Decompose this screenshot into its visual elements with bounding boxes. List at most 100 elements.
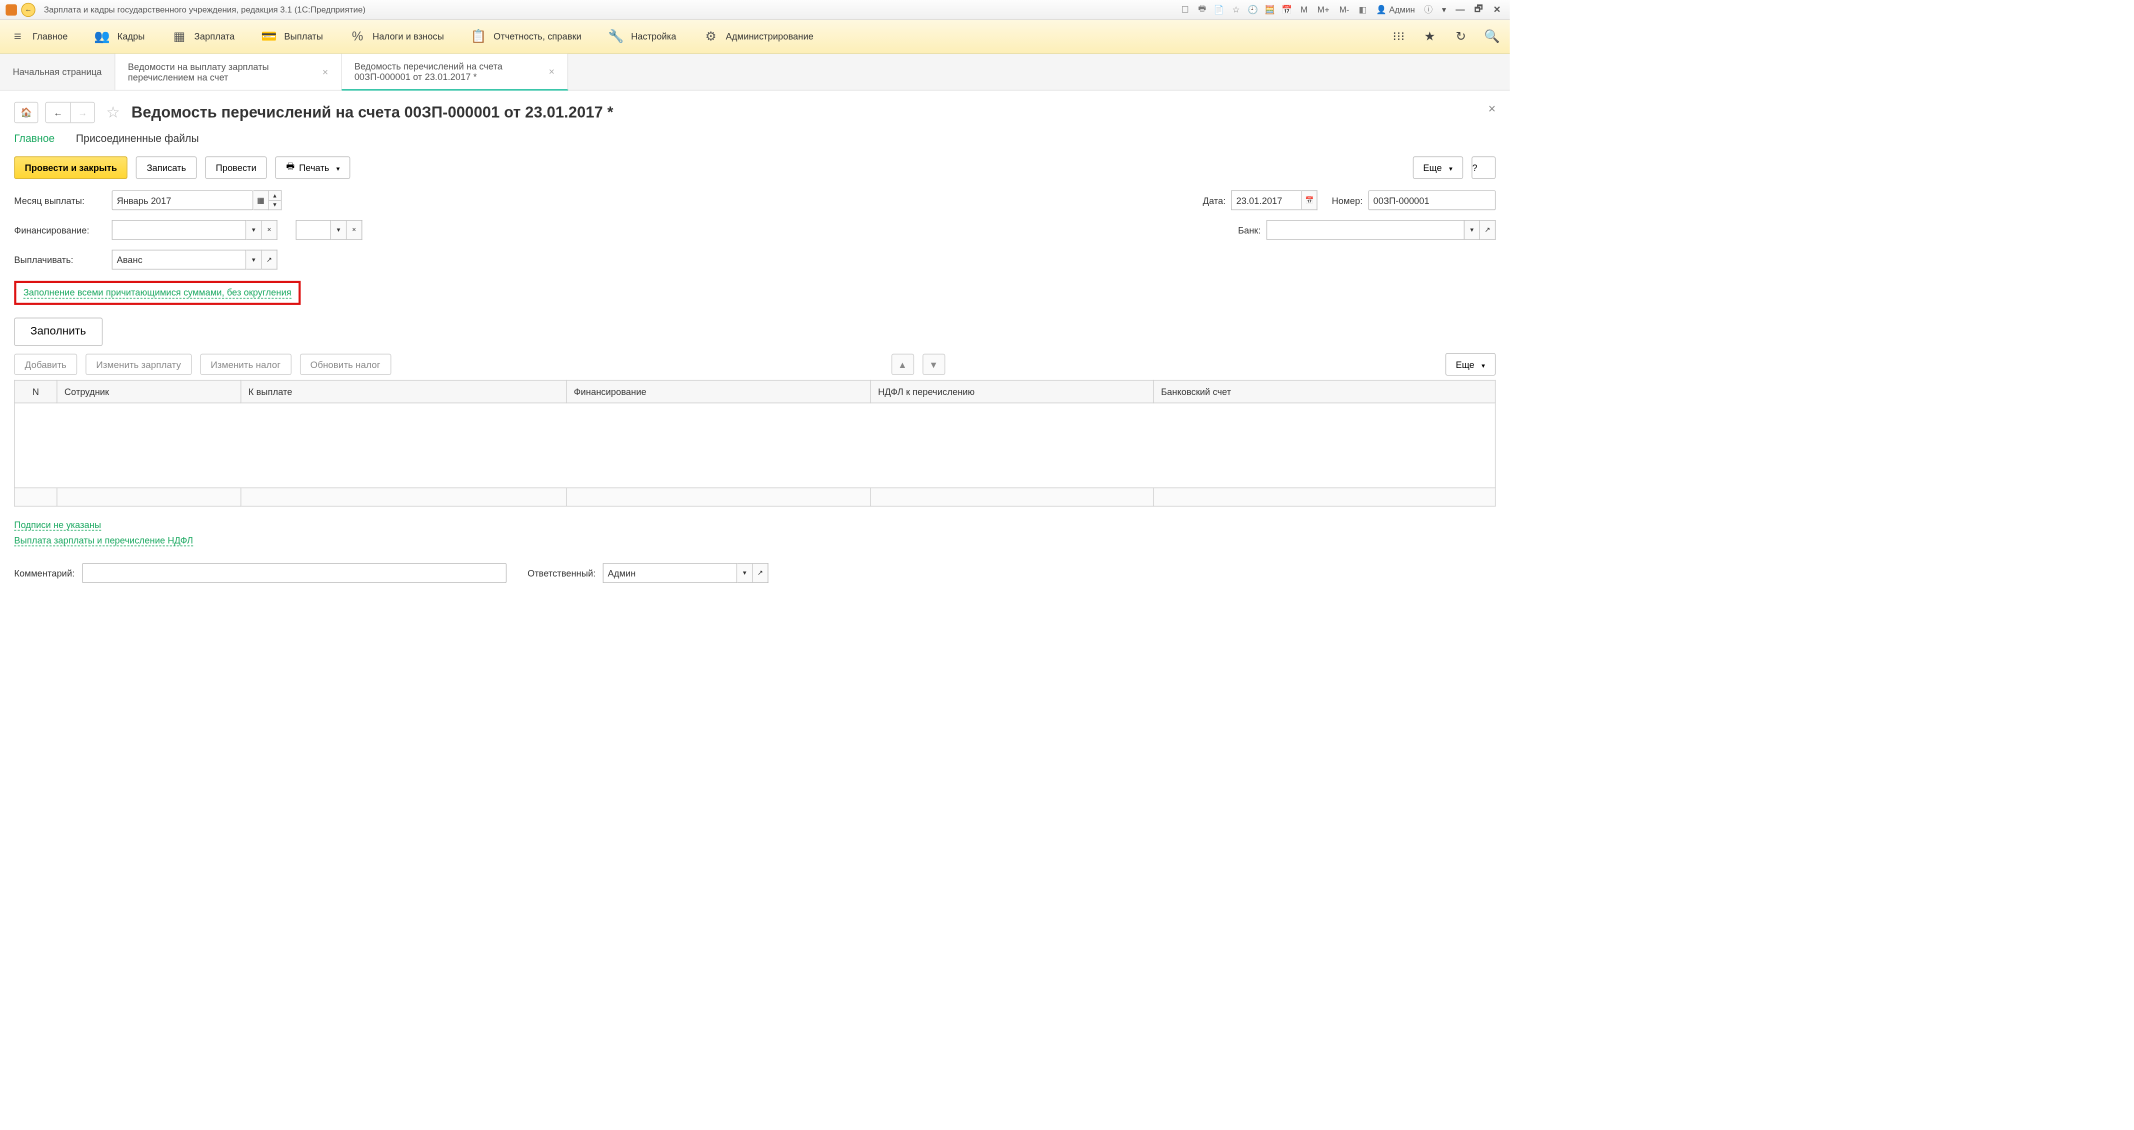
move-up-button[interactable]: ▲ (891, 354, 914, 375)
responsible-label: Ответственный: (527, 568, 595, 579)
comment-input[interactable] (82, 563, 507, 583)
dropdown-icon[interactable]: ▾ (1439, 5, 1449, 15)
save-button[interactable]: Записать (136, 156, 197, 179)
back-button[interactable]: ← (21, 2, 35, 16)
hamburger-icon: ≡ (10, 29, 26, 45)
financing2-clear-icon[interactable]: × (347, 220, 363, 240)
sub-tabs: Главное Присоединенные файлы (14, 133, 1496, 145)
menu-admin[interactable]: ⚙Администрирование (703, 29, 813, 45)
menu-hamburger[interactable]: ≡Главное (10, 29, 68, 45)
actions-row: Провести и закрыть Записать Провести 🖶Пе… (14, 156, 1496, 179)
star-icon[interactable]: ☆ (1230, 3, 1243, 16)
pay-type-open-icon[interactable]: ↗ (262, 250, 278, 270)
financing-input[interactable] (112, 220, 246, 240)
favorite-icon[interactable]: ★ (1422, 29, 1438, 45)
tab-start-page[interactable]: Начальная страница (0, 54, 115, 90)
tab-vedomosti-list[interactable]: Ведомости на выплату зарплаты перечислен… (115, 54, 341, 90)
post-button[interactable]: Провести (205, 156, 267, 179)
bank-input[interactable] (1266, 220, 1464, 240)
col-to-pay[interactable]: К выплате (241, 380, 566, 403)
print-icon[interactable]: 🖶 (1196, 3, 1209, 16)
financing2-input[interactable] (296, 220, 331, 240)
bank-open-icon[interactable]: ↗ (1480, 220, 1496, 240)
col-ndfl[interactable]: НДФЛ к перечислению (871, 380, 1154, 403)
menu-nalogi[interactable]: %Налоги и взносы (350, 29, 444, 45)
more-button[interactable]: Еще (1413, 156, 1464, 179)
search-icon[interactable]: 🔍 (1484, 29, 1500, 45)
transfer-link[interactable]: Выплата зарплаты и перечисление НДФЛ (14, 535, 193, 546)
pay-type-input[interactable]: Аванс (112, 250, 246, 270)
tab-close-icon[interactable]: × (549, 66, 555, 77)
calendar-icon[interactable]: 📅 (1281, 3, 1294, 16)
m-minus-button[interactable]: M- (1337, 5, 1353, 15)
footer-links: Подписи не указаны Выплата зарплаты и пе… (14, 519, 1496, 550)
table-more-button[interactable]: Еще (1445, 353, 1496, 376)
menu-otchetnost[interactable]: 📋Отчетность, справки (471, 29, 582, 45)
menu-kadry[interactable]: 👥Кадры (95, 29, 145, 45)
calc-icon[interactable]: 🧮 (1264, 3, 1277, 16)
col-financing[interactable]: Финансирование (566, 380, 870, 403)
nav-forward[interactable]: → (70, 103, 94, 123)
col-employee[interactable]: Сотрудник (57, 380, 241, 403)
close-window-icon[interactable]: ✕ (1490, 4, 1504, 15)
date-input[interactable]: 23.01.2017 (1231, 190, 1302, 210)
menu-vyplaty[interactable]: 💳Выплаты (261, 29, 322, 45)
info-icon[interactable]: ⓘ (1422, 3, 1435, 16)
favorite-star-icon[interactable]: ☆ (106, 103, 120, 121)
refresh-tax-button[interactable]: Обновить налог (300, 354, 391, 375)
financing-dropdown-icon[interactable]: ▾ (246, 220, 262, 240)
subtab-files[interactable]: Присоединенные файлы (76, 133, 199, 145)
number-input[interactable]: 00ЗП-000001 (1368, 190, 1495, 210)
change-tax-button[interactable]: Изменить налог (200, 354, 291, 375)
minimize-icon[interactable]: — (1453, 4, 1467, 15)
number-label: Номер: (1332, 195, 1363, 206)
post-and-close-button[interactable]: Провести и закрыть (14, 156, 127, 179)
window-title: Зарплата и кадры государственного учрежд… (44, 5, 1175, 15)
pay-type-dropdown-icon[interactable]: ▾ (246, 250, 262, 270)
user-badge[interactable]: 👤 Админ (1373, 5, 1417, 15)
month-up-icon[interactable]: ▲ (269, 191, 281, 200)
nav-back[interactable]: ← (46, 103, 70, 123)
form-close-icon[interactable]: × (1488, 102, 1495, 117)
employees-table[interactable]: N Сотрудник К выплате Финансирование НДФ… (14, 380, 1496, 507)
document-tabs: Начальная страница Ведомости на выплату … (0, 54, 1510, 91)
m-plus-button[interactable]: M+ (1315, 5, 1333, 15)
fill-button[interactable]: Заполнить (14, 318, 102, 346)
signatures-link[interactable]: Подписи не указаны (14, 519, 101, 530)
responsible-open-icon[interactable]: ↗ (753, 563, 769, 583)
app-logo-icon (6, 4, 17, 15)
col-bank-account[interactable]: Банковский счет (1154, 380, 1496, 403)
clock-icon[interactable]: 🕘 (1247, 3, 1260, 16)
fill-mode-link[interactable]: Заполнение всеми причитающимися суммами,… (23, 287, 291, 298)
apps-icon[interactable]: ⁝⁝⁝ (1391, 29, 1407, 45)
tray-icon[interactable]: ☐ (1179, 3, 1192, 16)
responsible-input[interactable]: Админ (603, 563, 737, 583)
bank-dropdown-icon[interactable]: ▾ (1465, 220, 1481, 240)
tab-vedomost-doc[interactable]: Ведомость перечислений на счета 00ЗП-000… (342, 54, 568, 91)
month-picker-icon[interactable]: ▦ (253, 190, 269, 210)
history-icon[interactable]: ↻ (1453, 29, 1469, 45)
row-month-date-number: Месяц выплаты: Январь 2017 ▦ ▲▼ Дата: 23… (14, 190, 1496, 210)
change-salary-button[interactable]: Изменить зарплату (86, 354, 192, 375)
tab-close-icon[interactable]: × (322, 66, 328, 77)
subtab-main[interactable]: Главное (14, 133, 55, 145)
financing-clear-icon[interactable]: × (262, 220, 278, 240)
month-down-icon[interactable]: ▼ (269, 200, 281, 210)
home-button[interactable]: 🏠 (14, 102, 38, 123)
titlebar: ← Зарплата и кадры государственного учре… (0, 0, 1510, 20)
menu-nastroyka[interactable]: 🔧Настройка (608, 29, 676, 45)
month-input[interactable]: Январь 2017 (112, 190, 254, 210)
print-button[interactable]: 🖶Печать (276, 156, 351, 179)
financing2-dropdown-icon[interactable]: ▾ (331, 220, 347, 240)
add-row-button[interactable]: Добавить (14, 354, 77, 375)
doc-icon[interactable]: 📄 (1213, 3, 1226, 16)
panel-icon[interactable]: ◧ (1356, 3, 1369, 16)
responsible-dropdown-icon[interactable]: ▾ (737, 563, 753, 583)
menu-zarplata[interactable]: ▦Зарплата (172, 29, 235, 45)
move-down-button[interactable]: ▼ (922, 354, 945, 375)
help-button[interactable]: ? (1472, 156, 1496, 179)
maximize-icon[interactable]: 🗗 (1472, 4, 1486, 15)
col-n[interactable]: N (15, 380, 57, 403)
m-button[interactable]: M (1298, 5, 1311, 15)
date-picker-icon[interactable]: 📅 (1302, 190, 1318, 210)
